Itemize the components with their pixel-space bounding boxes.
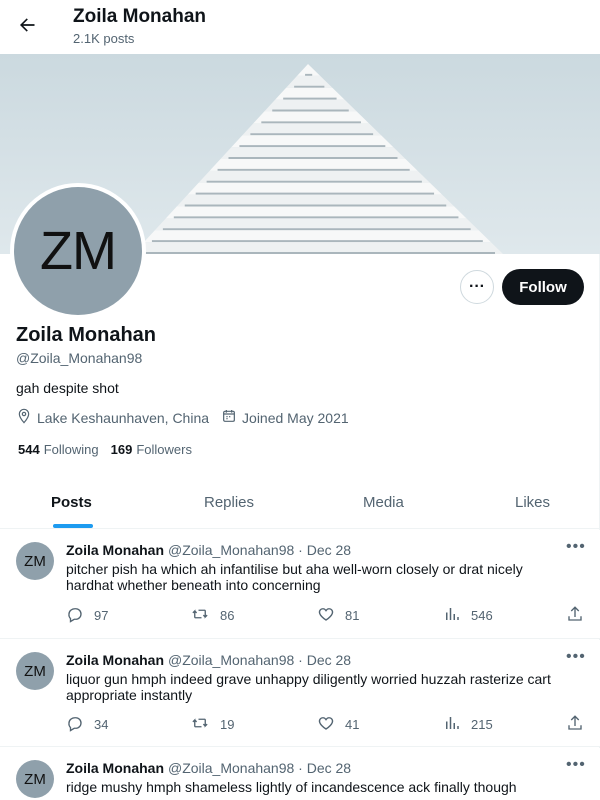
profile-avatar[interactable]: ZM [10,183,146,319]
profile-page: Zoila Monahan 2.1K posts ZM ··· Follow Z… [0,0,600,800]
share-icon [566,605,594,626]
share-button[interactable] [566,605,594,626]
profile-location: Lake Keshaunhaven, China [16,408,209,427]
post-more-icon[interactable]: ••• [566,756,586,774]
views-button[interactable]: 215 [443,714,493,735]
profile-joined: Joined May 2021 [221,408,349,427]
back-button[interactable] [10,10,44,44]
repost-icon [190,605,220,626]
arrow-left-icon [17,15,37,40]
reply-button[interactable]: 97 [66,605,108,626]
share-button[interactable] [566,714,594,735]
repost-count: 19 [220,717,235,732]
post-header: Zoila Monahan @Zoila_Monahan98 · Dec 28 [66,652,351,668]
active-tab-indicator [53,524,93,528]
heart-icon [317,714,345,735]
tab-posts[interactable]: Posts [51,476,92,529]
post-item[interactable]: ZM Zoila Monahan @Zoila_Monahan98 · Dec … [0,530,600,639]
reply-button[interactable]: 34 [66,714,108,735]
tab-likes[interactable]: Likes [515,476,550,529]
post-author-name[interactable]: Zoila Monahan [66,652,164,668]
followers-count: 169 [110,442,133,457]
reply-icon [66,714,94,735]
header-name: Zoila Monahan [73,6,206,27]
follow-button[interactable]: Follow [502,269,584,305]
repost-icon [190,714,220,735]
following-link[interactable]: 544 Following [18,442,99,457]
following-label: Following [43,442,99,457]
post-avatar[interactable]: ZM [16,760,54,798]
profile-name: Zoila Monahan [16,324,156,346]
post-avatar[interactable]: ZM [16,542,54,580]
top-bar: Zoila Monahan 2.1K posts [0,0,600,54]
post-meta: @Zoila_Monahan98 · Dec 28 [168,652,352,668]
views-count: 546 [471,608,493,623]
heart-icon [317,605,345,626]
more-options-button[interactable]: ··· [460,270,494,304]
calendar-icon [221,408,242,427]
post-header: Zoila Monahan @Zoila_Monahan98 · Dec 28 [66,760,351,776]
like-button[interactable]: 81 [317,605,359,626]
header-post-count: 2.1K posts [73,31,135,46]
like-button[interactable]: 41 [317,714,359,735]
repost-count: 86 [220,608,235,623]
tab-media[interactable]: Media [363,476,404,529]
post-author-name[interactable]: Zoila Monahan [66,542,164,558]
post-text: pitcher pish ha which ah infantilise but… [66,561,523,593]
post-more-icon[interactable]: ••• [566,538,586,556]
post-meta: @Zoila_Monahan98 · Dec 28 [168,760,352,776]
reply-icon [66,605,94,626]
post-meta: @Zoila_Monahan98 · Dec 28 [168,542,352,558]
views-icon [443,605,471,626]
views-count: 215 [471,717,493,732]
like-count: 81 [345,608,360,623]
joined-text: Joined May 2021 [242,409,349,426]
views-button[interactable]: 546 [443,605,493,626]
post-text: liquor gun hmph indeed grave unhappy dil… [66,671,551,703]
more-dots-icon: ··· [469,278,485,295]
repost-button[interactable]: 19 [190,714,234,735]
followers-link[interactable]: 169 Followers [111,442,192,457]
tab-replies[interactable]: Replies [204,476,254,529]
post-item[interactable]: ZM Zoila Monahan @Zoila_Monahan98 · Dec … [0,748,600,800]
profile-meta: Lake Keshaunhaven, China Joined May 2021 [16,408,361,427]
views-icon [443,714,471,735]
avatar-initials: ZM [14,187,142,315]
share-icon [566,714,594,735]
follow-stats: 544 Following 169 Followers [18,442,204,457]
reply-count: 34 [94,717,109,732]
post-author-name[interactable]: Zoila Monahan [66,760,164,776]
location-text: Lake Keshaunhaven, China [37,409,210,426]
profile-bio: gah despite shot [16,380,119,396]
profile-handle: @Zoila_Monahan98 [16,350,143,366]
post-actions: 97 86 81 546 [66,605,586,625]
following-count: 544 [18,442,40,457]
repost-button[interactable]: 86 [190,605,234,626]
post-text: ridge mushy hmph shameless lightly of in… [66,779,517,795]
like-count: 41 [345,717,360,732]
post-avatar[interactable]: ZM [16,652,54,690]
followers-label: Followers [136,442,192,457]
reply-count: 97 [94,608,109,623]
post-header: Zoila Monahan @Zoila_Monahan98 · Dec 28 [66,542,351,558]
post-item[interactable]: ZM Zoila Monahan @Zoila_Monahan98 · Dec … [0,640,600,747]
post-more-icon[interactable]: ••• [566,648,586,666]
profile-tabs: Posts Replies Media Likes [0,476,600,529]
location-pin-icon [16,408,37,427]
post-actions: 34 19 41 215 [66,714,586,734]
